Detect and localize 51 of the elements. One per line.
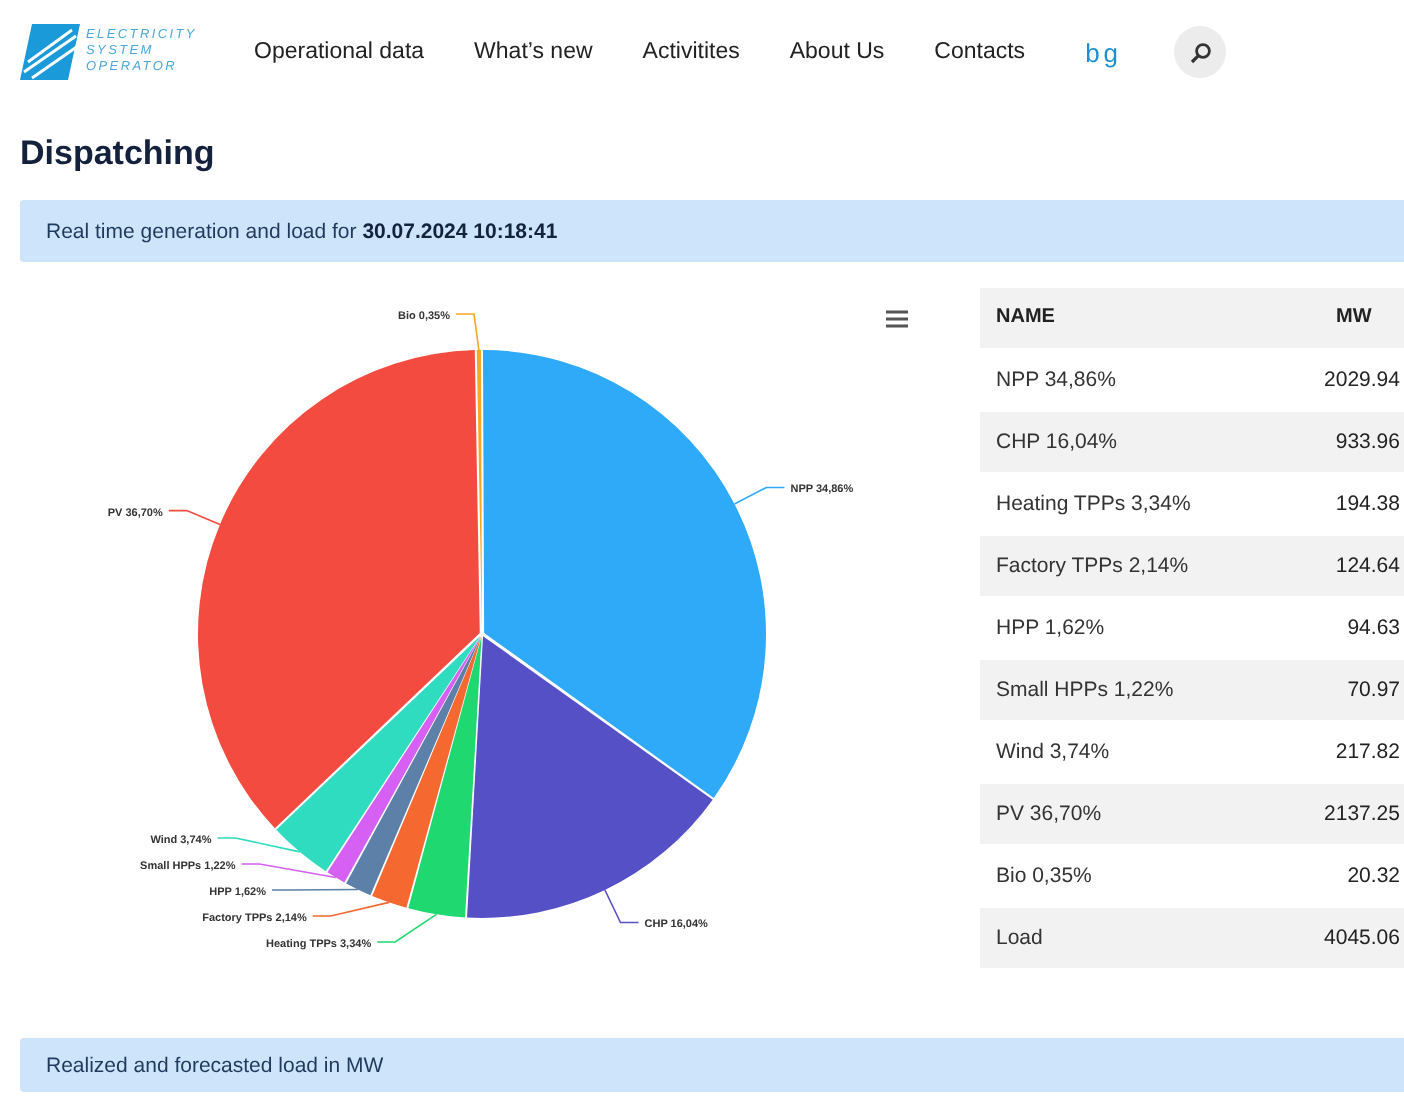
column-header: NAME <box>980 288 1284 348</box>
table-cell: Small HPPs 1,22% <box>980 658 1284 720</box>
banner-text: Real time generation and load for 30.07.2024 10:18:41 <box>46 219 558 243</box>
leader-line <box>240 863 337 879</box>
table-cell: 2137.25 <box>1284 782 1404 844</box>
table-cell: 20.32 <box>1284 844 1404 906</box>
nav-link[interactable]: Activitites <box>642 40 740 64</box>
leader-line <box>455 313 480 351</box>
pie-slice[interactable] <box>198 350 480 829</box>
menu-button[interactable] <box>882 306 912 332</box>
table-cell: Factory TPPs 2,14% <box>980 534 1284 596</box>
table-cell: Bio 0,35% <box>980 844 1284 906</box>
leader-line <box>733 486 786 505</box>
table-cell: 4045.06 <box>1284 906 1404 968</box>
nav-link[interactable]: Contacts <box>934 40 1026 64</box>
leader-line <box>271 888 359 891</box>
nav-link[interactable]: About Us <box>789 40 885 64</box>
table-cell: 70.97 <box>1284 658 1404 720</box>
leader-line <box>216 837 301 853</box>
nav-link[interactable]: Operational data <box>254 40 425 64</box>
search-button[interactable] <box>1174 26 1227 78</box>
pie-slice[interactable] <box>483 350 766 799</box>
table-cell: 194.38 <box>1284 472 1404 534</box>
table-cell: Wind 3,74% <box>980 720 1284 782</box>
page-title: Dispatching <box>20 134 217 174</box>
leader-line <box>604 889 640 924</box>
table-cell: 2029.94 <box>1284 348 1404 410</box>
pie-slice[interactable] <box>327 636 481 883</box>
table-cell: Load <box>980 906 1284 968</box>
pie-slice[interactable] <box>408 636 482 918</box>
pie-slice[interactable] <box>372 636 482 908</box>
logo-icon <box>20 24 80 80</box>
column-header: MW <box>1284 288 1404 348</box>
table-cell: CHP 16,04% <box>980 410 1284 472</box>
leader-line <box>167 509 221 526</box>
banner-text: Realized and forecasted load in MW <box>46 1053 384 1077</box>
search-icon <box>1189 41 1212 63</box>
pie-slice[interactable] <box>346 636 481 896</box>
menu-icon <box>886 310 908 328</box>
table-cell: Heating TPPs 3,34% <box>980 472 1284 534</box>
table-cell: 94.63 <box>1284 596 1404 658</box>
language-link[interactable]: bg <box>1085 37 1123 67</box>
table-cell: PV 36,70% <box>980 782 1284 844</box>
table-cell: NPP 34,86% <box>980 348 1284 410</box>
table-cell: 933.96 <box>1284 410 1404 472</box>
pie-slice[interactable] <box>276 635 481 872</box>
nav-link[interactable]: What’s new <box>474 40 593 64</box>
pie-slice[interactable] <box>467 636 713 918</box>
table-cell: HPP 1,62% <box>980 596 1284 658</box>
table-cell: 217.82 <box>1284 720 1404 782</box>
table-cell: 124.64 <box>1284 534 1404 596</box>
